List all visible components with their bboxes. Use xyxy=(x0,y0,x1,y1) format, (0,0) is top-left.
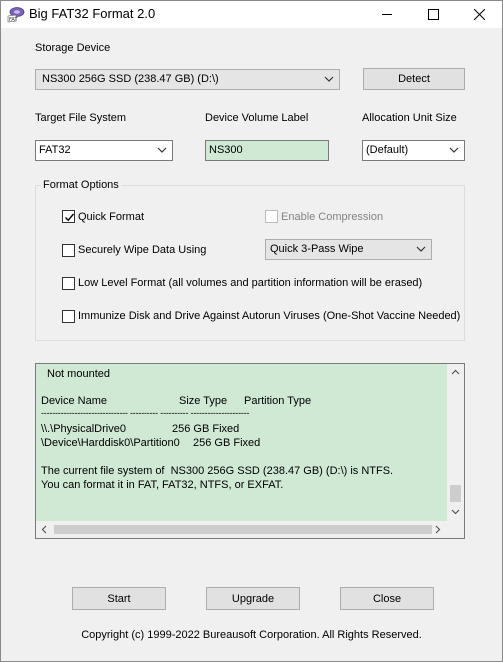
low-level-format-checkbox[interactable] xyxy=(62,277,75,290)
storage-device-label: Storage Device xyxy=(35,42,111,54)
horizontal-scroll-thumb[interactable] xyxy=(54,525,432,534)
log-horizontal-scrollbar[interactable] xyxy=(36,521,464,538)
detect-button[interactable]: Detect xyxy=(363,68,465,90)
quick-format-checkbox[interactable] xyxy=(62,210,75,223)
minimize-button[interactable] xyxy=(364,1,410,28)
chevron-down-icon xyxy=(324,76,334,82)
wipe-method-value: Quick 3-Pass Wipe xyxy=(270,243,364,255)
svg-text:FAT: FAT xyxy=(9,17,18,23)
close-button[interactable]: Close xyxy=(340,587,434,610)
scroll-left-icon[interactable] xyxy=(41,525,47,534)
device-volume-label-label: Device Volume Label xyxy=(205,112,309,124)
storage-device-select[interactable]: NS300 256G SSD (238.47 GB) (D:\) xyxy=(35,69,340,90)
file-system-value: FAT32 xyxy=(39,144,71,156)
low-level-format-label: Low Level Format (all volumes and partit… xyxy=(78,277,423,289)
chevron-down-icon xyxy=(416,246,426,252)
wipe-method-select[interactable]: Quick 3-Pass Wipe xyxy=(265,239,432,260)
enable-compression-checkbox[interactable] xyxy=(265,210,278,223)
start-button[interactable]: Start xyxy=(72,587,166,610)
log-row1-size: 256 GB Fixed xyxy=(172,423,240,435)
quick-format-label: Quick Format xyxy=(78,211,145,223)
volume-label-value: NS300 xyxy=(209,144,243,156)
fat-disk-icon: FAT xyxy=(7,6,25,23)
upgrade-button[interactable]: Upgrade xyxy=(206,587,300,610)
volume-label-input[interactable]: NS300 xyxy=(205,140,329,161)
secure-wipe-checkbox[interactable] xyxy=(62,244,75,257)
maximize-icon xyxy=(427,9,439,20)
scroll-right-icon[interactable] xyxy=(435,525,441,534)
secure-wipe-label: Securely Wipe Data Using xyxy=(78,244,207,256)
log-vertical-scrollbar[interactable] xyxy=(447,364,464,521)
vertical-scroll-thumb[interactable] xyxy=(450,485,461,502)
log-message-2: You can format it in FAT, FAT32, NTFS, o… xyxy=(41,479,284,491)
minimize-icon xyxy=(381,14,392,15)
scroll-down-icon[interactable] xyxy=(451,509,460,515)
storage-device-value: NS300 256G SSD (238.47 GB) (D:\) xyxy=(42,73,219,85)
log-header-partition-type: Partition Type xyxy=(244,395,312,407)
log-output[interactable]: Not mounted Device Name Size Type Partit… xyxy=(35,363,465,539)
chevron-down-icon xyxy=(449,147,459,153)
log-row2-name: \Device\Harddisk0\Partition0 xyxy=(41,437,180,449)
copyright-text: Copyright (c) 1999-2022 Bureausoft Corpo… xyxy=(81,629,422,641)
log-row2-size: 256 GB Fixed xyxy=(193,437,261,449)
log-row1-name: \\.\PhysicalDrive0 xyxy=(41,423,126,435)
scroll-up-icon[interactable] xyxy=(451,369,460,375)
log-message-1: The current file system of NS300 256G SS… xyxy=(41,465,394,477)
allocation-unit-value: (Default) xyxy=(366,144,409,156)
log-separator: ------------------------------- --------… xyxy=(41,408,250,418)
window-title: Big FAT32 Format 2.0 xyxy=(29,6,156,21)
immunize-label: Immunize Disk and Drive Against Autorun … xyxy=(78,310,461,322)
log-status: Not mounted xyxy=(47,368,110,380)
scroll-corner xyxy=(447,521,464,538)
close-icon xyxy=(473,9,485,20)
log-header-device-name: Device Name xyxy=(41,395,108,407)
log-header-size-type: Size Type xyxy=(179,395,228,407)
file-system-select[interactable]: FAT32 xyxy=(35,140,173,161)
format-options-title: Format Options xyxy=(41,179,121,191)
enable-compression-label: Enable Compression xyxy=(281,211,384,223)
maximize-button[interactable] xyxy=(410,1,456,28)
allocation-unit-select[interactable]: (Default) xyxy=(362,140,465,161)
chevron-down-icon xyxy=(157,147,167,153)
immunize-checkbox[interactable] xyxy=(62,310,75,323)
checkmark-icon xyxy=(65,213,75,222)
close-window-button[interactable] xyxy=(456,1,502,28)
allocation-unit-size-label: Allocation Unit Size xyxy=(362,112,457,124)
target-file-system-label: Target File System xyxy=(35,112,127,124)
title-bar[interactable]: FAT Big FAT32 Format 2.0 xyxy=(1,1,502,28)
app-window: FAT Big FAT32 Format 2.0 Storage Device … xyxy=(0,0,503,662)
